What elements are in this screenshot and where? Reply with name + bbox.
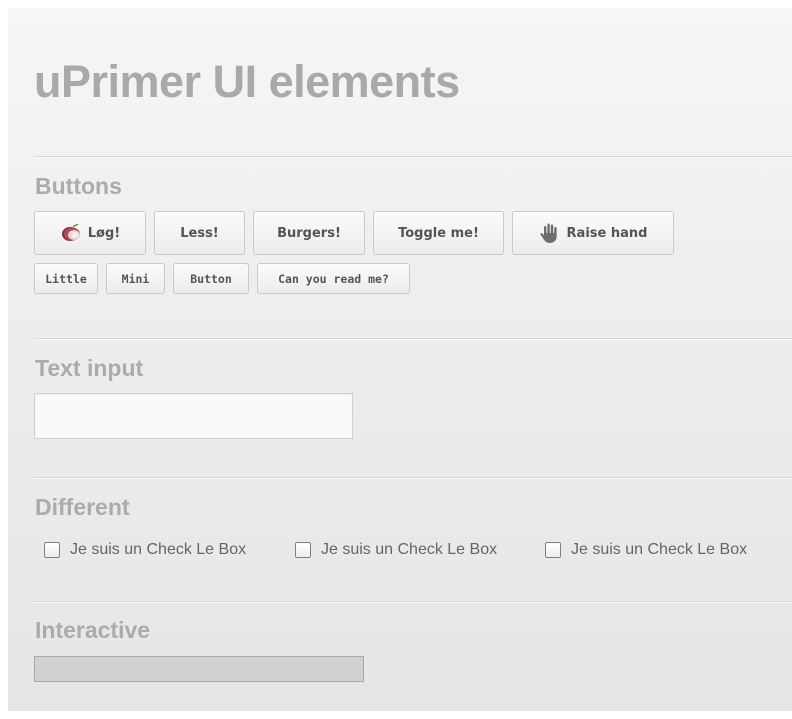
raise-hand-button[interactable]: Raise hand [512, 211, 674, 255]
toggle-button[interactable]: Toggle me! [373, 211, 504, 255]
section-title-different: Different [35, 494, 130, 520]
mini-button[interactable]: Mini [106, 263, 165, 294]
hand-icon [539, 222, 561, 244]
divider [34, 601, 792, 603]
section-title-buttons: Buttons [35, 173, 122, 199]
text-input-field[interactable] [34, 393, 353, 439]
mini-button-label: Mini [121, 271, 150, 286]
button-button[interactable]: Button [173, 263, 249, 294]
page-panel: uPrimer UI elements Buttons Løg! Less! B… [8, 8, 792, 711]
can-you-read-me-button-label: Can you read me? [278, 271, 389, 286]
divider [34, 477, 792, 479]
checkbox-option[interactable]: Je suis un Check Le Box [545, 540, 747, 560]
checkbox[interactable] [295, 542, 311, 558]
checkbox-option[interactable]: Je suis un Check Le Box [295, 540, 497, 560]
less-button[interactable]: Less! [154, 211, 245, 255]
onion-icon [60, 223, 82, 242]
section-title-interactive: Interactive [35, 617, 151, 643]
divider [34, 156, 792, 158]
section-title-text-input: Text input [35, 355, 144, 381]
log-button[interactable]: Løg! [34, 211, 146, 255]
little-button-label: Little [45, 271, 87, 286]
burgers-button[interactable]: Burgers! [253, 211, 365, 255]
checkbox-label: Je suis un Check Le Box [321, 541, 498, 558]
checkbox[interactable] [545, 542, 561, 558]
checkbox-label: Je suis un Check Le Box [70, 541, 247, 558]
little-button[interactable]: Little [34, 263, 98, 294]
raise-hand-button-label: Raise hand [566, 225, 648, 241]
toggle-button-label: Toggle me! [398, 225, 479, 241]
checkbox-option[interactable]: Je suis un Check Le Box [44, 540, 246, 560]
page-title: uPrimer UI elements [34, 56, 460, 107]
burgers-button-label: Burgers! [277, 225, 341, 241]
checkbox[interactable] [44, 542, 60, 558]
button-button-label: Button [190, 271, 232, 286]
less-button-label: Less! [180, 225, 219, 241]
progress-bar [34, 656, 364, 682]
progress-bar-fill [35, 657, 363, 681]
checkbox-label: Je suis un Check Le Box [571, 541, 748, 558]
log-button-label: Løg! [87, 225, 121, 241]
divider [34, 338, 792, 340]
can-you-read-me-button[interactable]: Can you read me? [257, 263, 410, 294]
